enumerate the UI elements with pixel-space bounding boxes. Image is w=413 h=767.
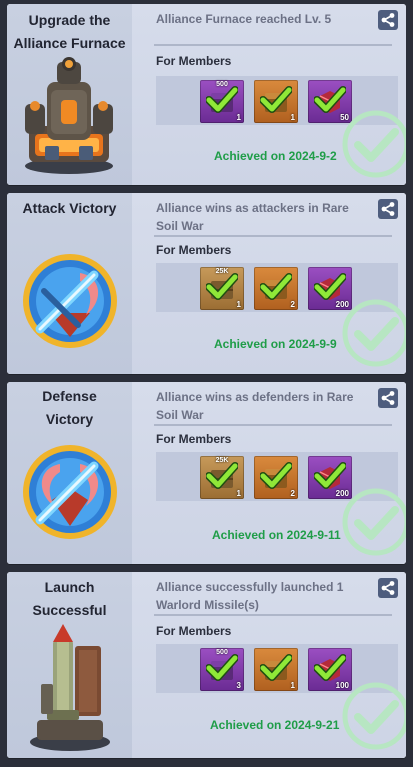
check-icon: [206, 86, 238, 113]
share-icon: [381, 202, 395, 216]
reward-quantity: 3: [236, 681, 241, 690]
reward-item[interactable]: 2: [254, 267, 298, 310]
reward-item[interactable]: 2: [254, 456, 298, 499]
reward-quantity: 1: [290, 681, 295, 690]
achievement-description: Alliance Furnace reached Lv. 5: [156, 12, 332, 26]
divider: [154, 44, 392, 46]
share-icon: [381, 581, 395, 595]
achievement-description: Alliance successfully launched 1 Warlord…: [156, 580, 344, 612]
achievement-card: Launch Successful Alliance successfully …: [7, 572, 406, 758]
reward-quantity: 1: [236, 489, 241, 498]
achievement-art-panel: Launch Successful: [7, 572, 132, 758]
achievement-art-panel: Upgrade the Alliance Furnace: [7, 4, 132, 185]
achievement-details: Alliance successfully launched 1 Warlord…: [132, 572, 406, 758]
achievement-description: Alliance wins as attackers in Rare Soil …: [156, 201, 349, 233]
check-icon: [314, 654, 346, 681]
check-icon: [206, 462, 238, 489]
achievement-description: Alliance wins as defenders in Rare Soil …: [156, 390, 354, 422]
check-icon: [260, 654, 292, 681]
divider: [154, 235, 392, 237]
alliance-furnace-icon: [25, 57, 113, 174]
achievement-title: Defense Victory: [42, 388, 97, 427]
achievement-art-panel: Defense Victory: [7, 382, 132, 564]
completed-stamp-icon: [342, 299, 406, 367]
check-icon: [206, 654, 238, 681]
achieved-date: Achieved on 2024-9-11: [212, 528, 341, 542]
completed-stamp-icon: [342, 488, 406, 556]
achievement-details: Alliance Furnace reached Lv. 5 For Membe…: [132, 4, 406, 185]
reward-item[interactable]: 500 3: [200, 648, 244, 691]
divider: [154, 614, 392, 616]
attack-victory-emblem-icon: [23, 254, 117, 348]
section-label: For Members: [156, 54, 232, 68]
share-button[interactable]: [378, 199, 398, 219]
section-label: For Members: [156, 624, 232, 638]
section-label: For Members: [156, 432, 232, 446]
reward-quantity: 1: [236, 300, 241, 309]
check-icon: [260, 86, 292, 113]
share-icon: [381, 13, 395, 27]
achievement-title: Attack Victory: [22, 200, 117, 216]
defense-victory-emblem-icon: [23, 445, 117, 539]
share-button[interactable]: [378, 10, 398, 30]
divider: [154, 424, 392, 426]
reward-quantity: 1: [290, 113, 295, 122]
reward-item[interactable]: 1: [254, 648, 298, 691]
completed-stamp-icon: [342, 110, 406, 178]
achievement-card: Upgrade the Alliance Furnace Alliance Fu…: [7, 4, 406, 185]
achievement-card: Defense Victory Alliance wins as defende…: [7, 382, 406, 564]
share-button[interactable]: [378, 388, 398, 408]
warlord-missile-icon: [30, 624, 110, 751]
achieved-date: Achieved on 2024-9-9: [214, 337, 337, 351]
achievement-details: Alliance wins as defenders in Rare Soil …: [132, 382, 406, 564]
check-icon: [260, 273, 292, 300]
reward-item[interactable]: 25K 1: [200, 267, 244, 310]
achieved-date: Achieved on 2024-9-21: [210, 718, 340, 732]
reward-quantity: 1: [236, 113, 241, 122]
achievement-title: Upgrade the Alliance Furnace: [13, 12, 126, 51]
section-label: For Members: [156, 243, 232, 257]
reward-item[interactable]: 25K 1: [200, 456, 244, 499]
share-icon: [381, 391, 395, 405]
achievement-art-panel: Attack Victory: [7, 193, 132, 374]
reward-item[interactable]: 1: [254, 80, 298, 123]
reward-quantity: 2: [290, 300, 295, 309]
share-button[interactable]: [378, 578, 398, 598]
achievement-details: Alliance wins as attackers in Rare Soil …: [132, 193, 406, 374]
achieved-date: Achieved on 2024-9-2: [214, 149, 337, 163]
reward-quantity: 2: [290, 489, 295, 498]
check-icon: [206, 273, 238, 300]
check-icon: [260, 462, 292, 489]
achievement-card: Attack Victory Alliance wins as attacker…: [7, 193, 406, 374]
achievements-list: Upgrade the Alliance Furnace Alliance Fu…: [0, 0, 413, 767]
achievement-title: Launch Successful: [32, 579, 107, 618]
reward-item[interactable]: 500 1: [200, 80, 244, 123]
completed-stamp-icon: [342, 682, 406, 750]
